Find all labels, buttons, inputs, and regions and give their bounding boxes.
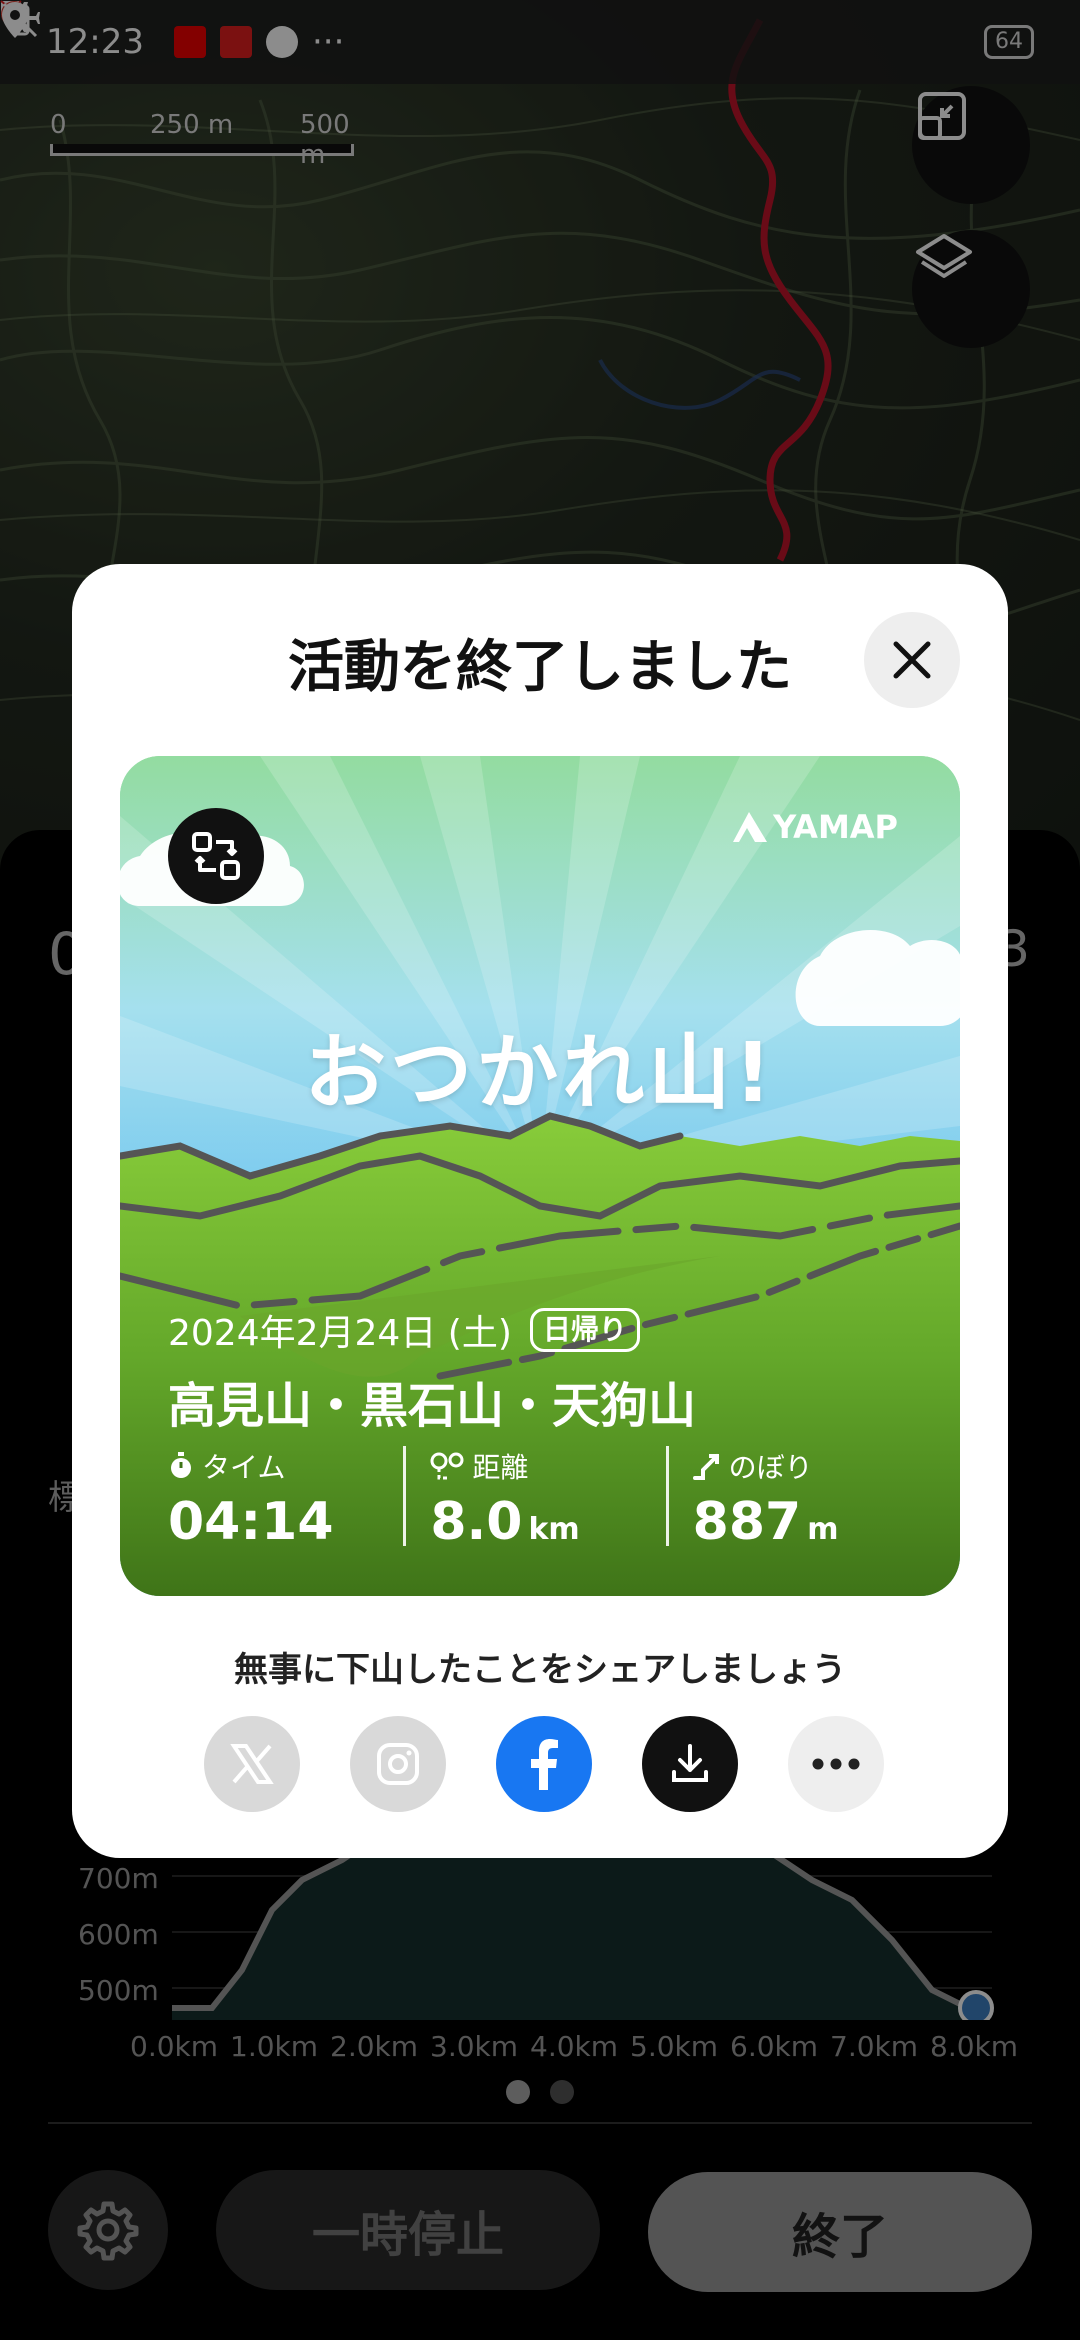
download-button[interactable] (642, 1716, 738, 1812)
stat-ascent: のぼり 887 m (665, 1446, 928, 1552)
distance-icon (430, 1452, 464, 1480)
activity-finished-dialog: 活動を終了しました YAMAP おつかれ山! 2024年2月24日 (土) 日帰… (72, 564, 1008, 1858)
swap-design-button[interactable] (168, 808, 264, 904)
share-card: YAMAP おつかれ山! 2024年2月24日 (土) 日帰り 高見山・黒石山・… (120, 756, 960, 1596)
stat-value: 8.0 (430, 1492, 523, 1552)
brand-name: YAMAP (773, 808, 898, 846)
stat-value: 887 (692, 1492, 802, 1552)
share-buttons (204, 1716, 884, 1812)
stat-unit: m (807, 1512, 839, 1547)
stat-value: 04:14 (168, 1492, 334, 1552)
activity-date: 2024年2月24日 (土) 日帰り (168, 1304, 640, 1356)
share-instagram-button[interactable] (350, 1716, 446, 1812)
stat-label: のぼり (728, 1451, 813, 1484)
instagram-icon (377, 1743, 419, 1785)
more-share-button[interactable] (788, 1716, 884, 1812)
download-icon (672, 1744, 708, 1782)
swap-icon (192, 832, 240, 880)
close-button[interactable] (864, 612, 960, 708)
stat-time: タイム 04:14 (168, 1446, 403, 1552)
yamap-logo: YAMAP (733, 808, 898, 846)
stat-unit: km (528, 1512, 580, 1547)
stat-label: 距離 (472, 1451, 529, 1484)
activity-stats: タイム 04:14 距離 8.0 km のぼり 887 m (168, 1446, 928, 1552)
stopwatch-icon (171, 1452, 191, 1478)
facebook-icon (531, 1739, 558, 1790)
more-icon (812, 1758, 860, 1770)
close-icon (893, 641, 931, 679)
trip-type-badge: 日帰り (529, 1308, 640, 1352)
ascent-icon (692, 1454, 719, 1480)
card-slogan: おつかれ山! (304, 1026, 776, 1121)
stat-label: タイム (202, 1451, 286, 1484)
yamap-logo-icon (733, 812, 768, 842)
mountain-names: 高見山・黒石山・天狗山 (168, 1378, 697, 1434)
share-facebook-button[interactable] (496, 1716, 592, 1812)
stat-distance: 距離 8.0 km (403, 1446, 665, 1552)
share-prompt: 無事に下山したことをシェアしましょう (234, 1650, 846, 1690)
share-x-button[interactable] (204, 1716, 300, 1812)
x-logo-icon (230, 1744, 274, 1784)
date-text: 2024年2月24日 (土) (168, 1313, 512, 1354)
